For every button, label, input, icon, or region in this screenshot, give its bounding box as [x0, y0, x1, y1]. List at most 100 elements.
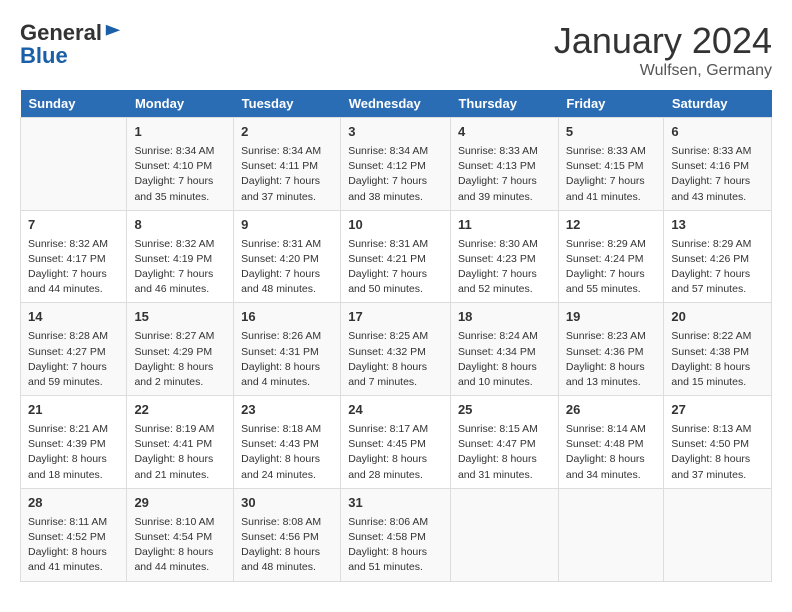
day-info-line: Sunset: 4:36 PM — [566, 345, 657, 360]
day-info-line: and 37 minutes. — [241, 190, 333, 205]
day-number: 11 — [458, 216, 551, 235]
day-info-line: Daylight: 8 hours — [348, 452, 443, 467]
day-info-line: Daylight: 7 hours — [134, 174, 226, 189]
day-info-line: Sunset: 4:27 PM — [28, 345, 119, 360]
day-info-line: Sunset: 4:50 PM — [671, 437, 764, 452]
day-number: 21 — [28, 401, 119, 420]
day-info-line: Daylight: 8 hours — [348, 545, 443, 560]
day-info-line: and 15 minutes. — [671, 375, 764, 390]
week-row-1: 1Sunrise: 8:34 AMSunset: 4:10 PMDaylight… — [21, 118, 772, 211]
page-header: General Blue January 2024 Wulfsen, Germa… — [20, 20, 772, 80]
calendar-cell: 2Sunrise: 8:34 AMSunset: 4:11 PMDaylight… — [234, 118, 341, 211]
day-info-line: Daylight: 8 hours — [241, 545, 333, 560]
calendar-cell: 17Sunrise: 8:25 AMSunset: 4:32 PMDayligh… — [341, 303, 451, 396]
day-info-line: and 44 minutes. — [134, 560, 226, 575]
calendar-cell: 21Sunrise: 8:21 AMSunset: 4:39 PMDayligh… — [21, 396, 127, 489]
day-info-line: Sunset: 4:52 PM — [28, 530, 119, 545]
day-info-line: Sunrise: 8:28 AM — [28, 329, 119, 344]
logo-flag-icon — [104, 23, 122, 41]
day-number: 9 — [241, 216, 333, 235]
day-info-line: Daylight: 8 hours — [241, 452, 333, 467]
day-info-line: Sunrise: 8:11 AM — [28, 515, 119, 530]
day-info-line: Sunrise: 8:33 AM — [671, 144, 764, 159]
day-info-line: Sunset: 4:24 PM — [566, 252, 657, 267]
calendar-cell: 15 Sunrise: 8:27 AMSunset: 4:29 PMDayligh… — [127, 303, 234, 396]
day-info-line: and 37 minutes. — [671, 468, 764, 483]
day-info-line: and 13 minutes. — [566, 375, 657, 390]
day-info-line: Sunrise: 8:13 AM — [671, 422, 764, 437]
day-info-line: Sunrise: 8:17 AM — [348, 422, 443, 437]
header-row: SundayMondayTuesdayWednesdayThursdayFrid… — [21, 90, 772, 118]
day-info-line: Sunrise: 8:25 AM — [348, 329, 443, 344]
header-cell-tuesday: Tuesday — [234, 90, 341, 118]
calendar-cell: 10Sunrise: 8:31 AMSunset: 4:21 PMDayligh… — [341, 210, 451, 303]
day-info-line: Sunset: 4:10 PM — [134, 159, 226, 174]
day-info-line: Daylight: 8 hours — [134, 452, 226, 467]
day-number: 23 — [241, 401, 333, 420]
day-number: 4 — [458, 123, 551, 142]
day-number: 15 — [134, 308, 226, 327]
day-number: 12 — [566, 216, 657, 235]
day-info-line: Sunrise: 8:34 AM — [241, 144, 333, 159]
day-info-line: Sunrise: 8:32 AM — [28, 237, 119, 252]
day-info-line: Sunrise: 8:34 AM — [134, 144, 226, 159]
day-info-line: Daylight: 8 hours — [671, 360, 764, 375]
day-info-line: Sunrise: 8:33 AM — [458, 144, 551, 159]
week-row-4: 21Sunrise: 8:21 AMSunset: 4:39 PMDayligh… — [21, 396, 772, 489]
calendar-cell: 9Sunrise: 8:31 AMSunset: 4:20 PMDaylight… — [234, 210, 341, 303]
calendar-cell: 16Sunrise: 8:26 AMSunset: 4:31 PMDayligh… — [234, 303, 341, 396]
day-info-line: Daylight: 7 hours — [458, 174, 551, 189]
day-number: 2 — [241, 123, 333, 142]
day-info-line: and 35 minutes. — [134, 190, 226, 205]
calendar-cell: 6Sunrise: 8:33 AMSunset: 4:16 PMDaylight… — [664, 118, 772, 211]
day-info-line: Sunset: 4:45 PM — [348, 437, 443, 452]
day-info-line: Sunrise: 8:29 AM — [566, 237, 657, 252]
week-row-5: 28Sunrise: 8:11 AMSunset: 4:52 PMDayligh… — [21, 488, 772, 581]
day-number: 10 — [348, 216, 443, 235]
logo-blue-text: Blue — [20, 43, 68, 69]
day-info-line: Sunrise: 8:06 AM — [348, 515, 443, 530]
day-number: 19 — [566, 308, 657, 327]
day-info-line: Sunset: 4:32 PM — [348, 345, 443, 360]
day-info-line: Sunset: 4:47 PM — [458, 437, 551, 452]
day-info-line: and 38 minutes. — [348, 190, 443, 205]
day-info-line: Sunset: 4:38 PM — [671, 345, 764, 360]
calendar-cell — [558, 488, 664, 581]
calendar-cell: 22Sunrise: 8:19 AMSunset: 4:41 PMDayligh… — [127, 396, 234, 489]
header-cell-sunday: Sunday — [21, 90, 127, 118]
day-info-line: Daylight: 7 hours — [134, 267, 226, 282]
day-info-line: Sunrise: 8:10 AM — [134, 515, 226, 530]
calendar-cell: 28Sunrise: 8:11 AMSunset: 4:52 PMDayligh… — [21, 488, 127, 581]
calendar-cell — [21, 118, 127, 211]
day-number: 6 — [671, 123, 764, 142]
calendar-cell — [664, 488, 772, 581]
day-info-line: and 46 minutes. — [134, 282, 226, 297]
day-info-line: and 2 minutes. — [134, 375, 226, 390]
calendar-cell: 11Sunrise: 8:30 AMSunset: 4:23 PMDayligh… — [450, 210, 558, 303]
day-info-line: Sunrise: 8:27 AM — [134, 329, 226, 344]
day-number: 18 — [458, 308, 551, 327]
day-info-line: Daylight: 7 hours — [671, 267, 764, 282]
day-info-line: Sunset: 4:16 PM — [671, 159, 764, 174]
day-number: 25 — [458, 401, 551, 420]
day-info-line: Daylight: 8 hours — [134, 360, 226, 375]
day-info-line: and 28 minutes. — [348, 468, 443, 483]
day-number: 3 — [348, 123, 443, 142]
calendar-cell: 29Sunrise: 8:10 AMSunset: 4:54 PMDayligh… — [127, 488, 234, 581]
calendar-cell — [450, 488, 558, 581]
day-info-line: Sunset: 4:26 PM — [671, 252, 764, 267]
day-info-line: Daylight: 8 hours — [134, 545, 226, 560]
day-number: 22 — [134, 401, 226, 420]
day-info-line: and 41 minutes. — [28, 560, 119, 575]
calendar-cell: 1Sunrise: 8:34 AMSunset: 4:10 PMDaylight… — [127, 118, 234, 211]
day-info-line: and 39 minutes. — [458, 190, 551, 205]
calendar-cell: 23Sunrise: 8:18 AMSunset: 4:43 PMDayligh… — [234, 396, 341, 489]
day-info-line: and 10 minutes. — [458, 375, 551, 390]
day-info-line: Sunrise: 8:31 AM — [348, 237, 443, 252]
header-cell-thursday: Thursday — [450, 90, 558, 118]
day-info-line: Daylight: 8 hours — [566, 360, 657, 375]
calendar-cell: 25Sunrise: 8:15 AMSunset: 4:47 PMDayligh… — [450, 396, 558, 489]
day-info-line: Sunset: 4:29 PM — [134, 345, 226, 360]
day-info-line: Sunset: 4:54 PM — [134, 530, 226, 545]
day-info-line: Sunrise: 8:31 AM — [241, 237, 333, 252]
